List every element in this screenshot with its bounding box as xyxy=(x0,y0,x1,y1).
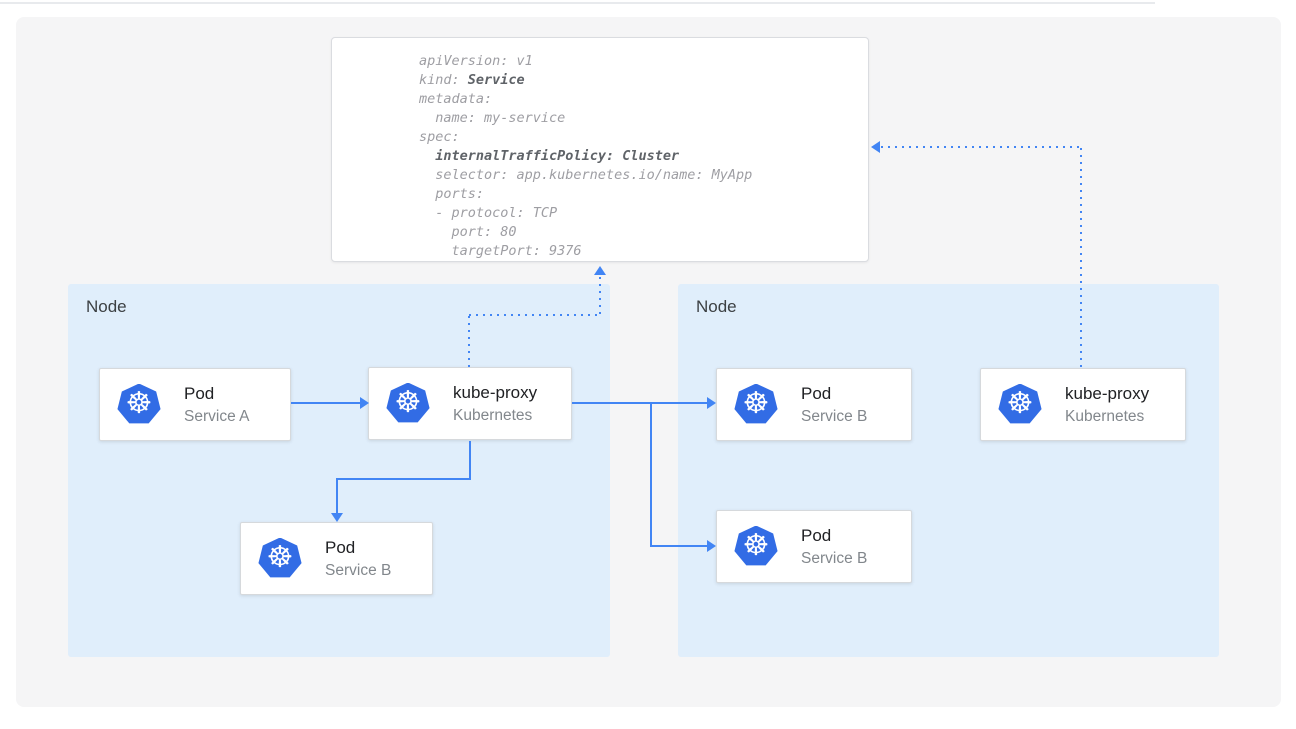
card-text: Pod Service B xyxy=(801,526,867,568)
kubernetes-icon: ☸ xyxy=(734,384,778,426)
card-title: kube-proxy xyxy=(1065,384,1149,404)
card-text: Pod Service A xyxy=(184,384,249,426)
pod-service-b-right-bottom-card: ☸ Pod Service B xyxy=(716,510,912,583)
card-title: Pod xyxy=(801,526,867,546)
top-divider-line xyxy=(0,2,1155,4)
yaml-line: metadata: xyxy=(419,90,868,109)
service-yaml-card: apiVersion: v1 kind: Service metadata: n… xyxy=(331,37,869,262)
arrow-kube-proxy-to-pod-b1-line xyxy=(572,402,708,404)
card-text: Pod Service B xyxy=(325,538,391,580)
kubernetes-icon: ☸ xyxy=(117,384,161,426)
node-right: Node xyxy=(678,284,1219,657)
yaml-line: port: 80 xyxy=(419,223,868,242)
yaml-line: internalTrafficPolicy: Cluster xyxy=(419,147,868,166)
pod-service-a-card: ☸ Pod Service A xyxy=(99,368,291,441)
card-text: kube-proxy Kubernetes xyxy=(1065,384,1149,426)
yaml-line: name: my-service xyxy=(419,109,868,128)
dotted-kp-left-v1 xyxy=(468,316,470,368)
yaml-line: spec: xyxy=(419,128,868,147)
node-label: Node xyxy=(86,297,127,317)
arrow-branch-head xyxy=(707,540,716,552)
card-title: Pod xyxy=(325,538,391,558)
dotted-kp-right-h xyxy=(881,146,1081,148)
pod-service-b-left-card: ☸ Pod Service B xyxy=(240,522,433,595)
yaml-line: apiVersion: v1 xyxy=(419,52,868,71)
yaml-line: ports: xyxy=(419,185,868,204)
arrow-kp-down-v1 xyxy=(469,441,471,480)
card-subtitle: Service B xyxy=(325,561,391,580)
kube-proxy-right-card: ☸ kube-proxy Kubernetes xyxy=(980,368,1186,441)
dotted-kp-right-head xyxy=(871,141,880,153)
arrow-pod-a-to-kube-proxy-head xyxy=(360,397,369,409)
dotted-kp-left-v2 xyxy=(599,277,601,314)
node-left: Node xyxy=(68,284,610,657)
card-title: kube-proxy xyxy=(453,383,537,403)
diagram-canvas: apiVersion: v1 kind: Service metadata: n… xyxy=(0,0,1296,729)
kubernetes-icon: ☸ xyxy=(734,526,778,568)
node-label: Node xyxy=(696,297,737,317)
yaml-line: kind: Service xyxy=(419,71,868,90)
pod-service-b-right-top-card: ☸ Pod Service B xyxy=(716,368,912,441)
dotted-kp-left-head xyxy=(594,266,606,275)
arrow-kp-down-v2 xyxy=(336,480,338,514)
card-subtitle: Service B xyxy=(801,549,867,568)
kubernetes-icon: ☸ xyxy=(386,383,430,425)
card-subtitle: Kubernetes xyxy=(453,406,537,425)
card-subtitle: Service A xyxy=(184,407,249,426)
card-text: kube-proxy Kubernetes xyxy=(453,383,537,425)
dotted-kp-right-v xyxy=(1080,148,1082,368)
kubernetes-icon: ☸ xyxy=(258,538,302,580)
arrow-branch-horizontal xyxy=(650,545,707,547)
card-title: Pod xyxy=(801,384,867,404)
arrow-pod-a-to-kube-proxy-line xyxy=(291,402,361,404)
yaml-line: selector: app.kubernetes.io/name: MyApp xyxy=(419,166,868,185)
yaml-line: targetPort: 9376 xyxy=(419,242,868,261)
arrow-branch-vertical xyxy=(650,403,652,546)
kube-proxy-left-card: ☸ kube-proxy Kubernetes xyxy=(368,367,572,440)
card-title: Pod xyxy=(184,384,249,404)
arrow-kube-proxy-to-pod-b1-head xyxy=(707,397,716,409)
card-subtitle: Kubernetes xyxy=(1065,407,1149,426)
yaml-line: - protocol: TCP xyxy=(419,204,868,223)
card-text: Pod Service B xyxy=(801,384,867,426)
kubernetes-icon: ☸ xyxy=(998,384,1042,426)
arrow-kp-down-head xyxy=(331,513,343,522)
arrow-kp-down-h xyxy=(336,478,471,480)
dotted-kp-left-h xyxy=(469,314,601,316)
card-subtitle: Service B xyxy=(801,407,867,426)
